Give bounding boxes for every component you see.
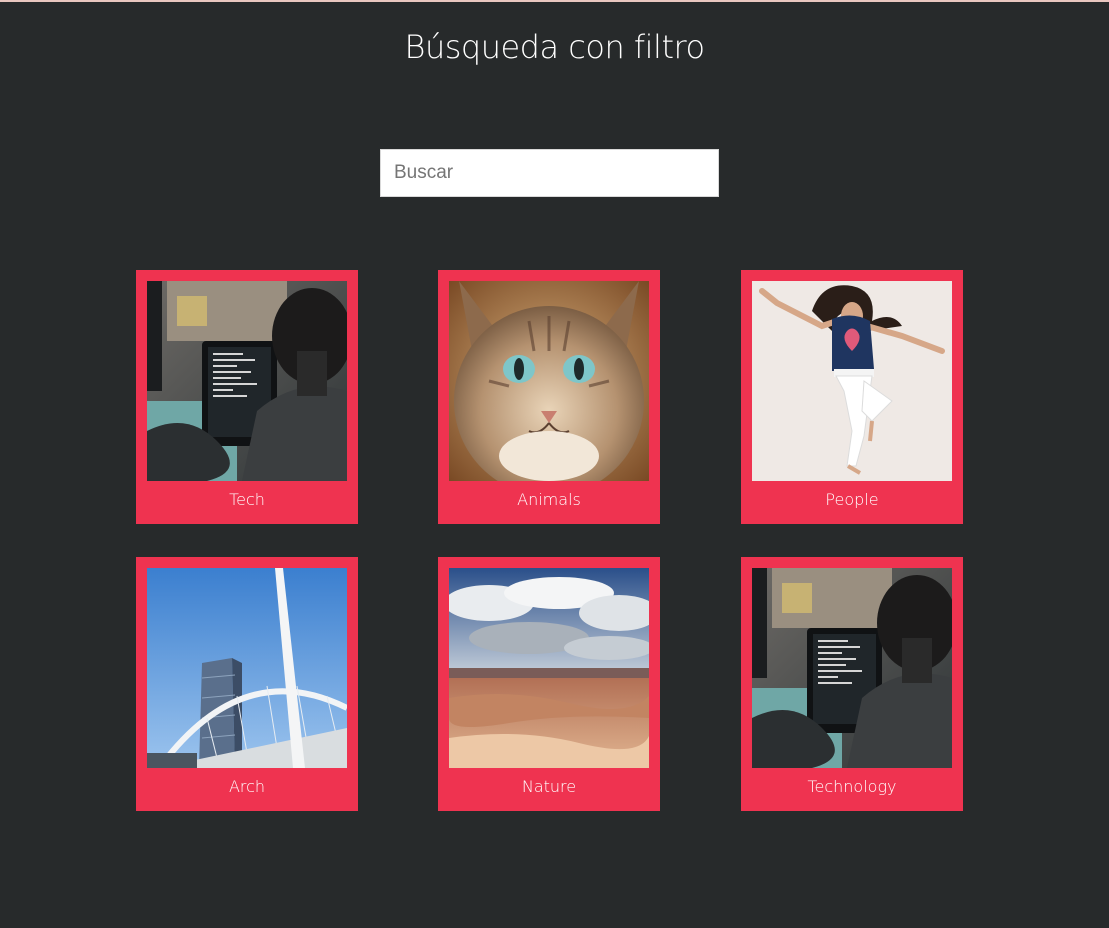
search-input[interactable] (380, 149, 719, 197)
card-image-tech (147, 281, 347, 481)
gallery-card-tech[interactable]: Tech (136, 270, 358, 524)
gallery-card-people[interactable]: People (741, 270, 963, 524)
card-label: Nature (521, 777, 577, 796)
gallery-card-arch[interactable]: Arch (136, 557, 358, 811)
gallery-card-animals[interactable]: Animals (438, 270, 660, 524)
page-title: Búsqueda con filtro (404, 28, 705, 66)
cat-face-photo (449, 281, 649, 481)
card-label: Technology (807, 777, 897, 796)
person-at-computer-photo (147, 281, 347, 481)
dancing-woman-photo (752, 281, 952, 481)
top-accent-line (0, 0, 1109, 2)
card-label: People (825, 490, 879, 509)
card-image-nature (449, 568, 649, 768)
card-label: Tech (229, 490, 265, 509)
card-image-animals (449, 281, 649, 481)
gallery-card-technology[interactable]: Technology (741, 557, 963, 811)
person-at-computer-photo (752, 568, 952, 768)
card-image-arch (147, 568, 347, 768)
card-label: Animals (517, 490, 581, 509)
card-image-technology (752, 568, 952, 768)
bridge-and-tower-photo (147, 568, 347, 768)
card-label: Arch (228, 777, 266, 796)
card-image-people (752, 281, 952, 481)
desert-clouds-photo (449, 568, 649, 768)
gallery-card-nature[interactable]: Nature (438, 557, 660, 811)
